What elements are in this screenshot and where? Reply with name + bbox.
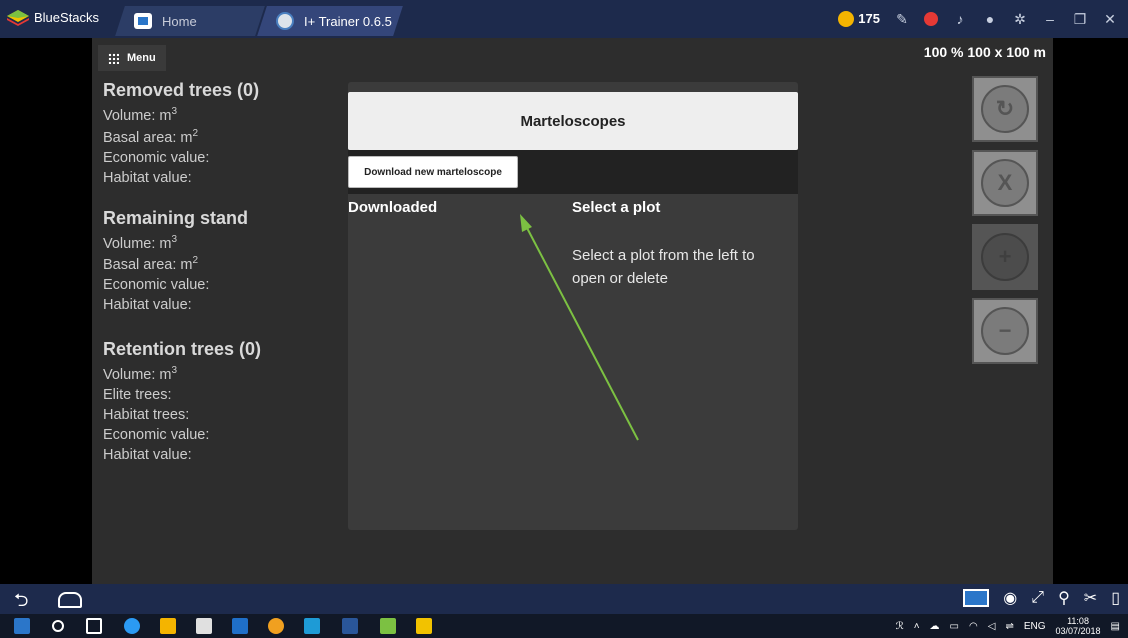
eye-icon[interactable]: ◉: [1003, 588, 1017, 608]
annotation-arrow: [520, 214, 639, 441]
onedrive-icon[interactable]: ☁: [930, 621, 940, 632]
notifications-icon[interactable]: ▤: [1111, 621, 1120, 632]
chrome-icon[interactable]: [268, 618, 284, 634]
wifi-icon[interactable]: ◠: [969, 621, 978, 632]
edge-icon[interactable]: [124, 618, 140, 634]
input-method-icon[interactable]: ⇌: [1005, 621, 1013, 632]
scissors-icon[interactable]: ✂: [1084, 588, 1097, 608]
language-label[interactable]: ENG: [1024, 621, 1046, 632]
home-nav-icon[interactable]: [58, 592, 82, 608]
phone-icon[interactable]: ▯: [1111, 588, 1120, 608]
volume-icon[interactable]: ◁: [988, 621, 996, 632]
task-view-icon[interactable]: [86, 618, 102, 634]
start-icon[interactable]: [14, 618, 30, 634]
store-icon[interactable]: [196, 618, 212, 634]
people-icon[interactable]: ℛ: [896, 621, 904, 632]
battery-icon[interactable]: ▭: [950, 621, 959, 632]
clock-time: 11:08: [1067, 616, 1089, 626]
system-tray: ℛ ˄ ☁ ▭ ◠ ◁ ⇌ ENG 11:08 03/07/2018 ▤: [896, 616, 1120, 636]
clock-date: 03/07/2018: [1055, 626, 1101, 636]
clock[interactable]: 11:08 03/07/2018: [1056, 616, 1101, 636]
explorer-icon[interactable]: [160, 618, 176, 634]
lock-app-icon[interactable]: [416, 618, 432, 634]
search-icon[interactable]: [52, 620, 64, 632]
bluestacks-taskbar-icon[interactable]: [380, 618, 396, 634]
location-icon[interactable]: ⚲: [1058, 588, 1070, 608]
windows-taskbar: ℛ ˄ ☁ ▭ ◠ ◁ ⇌ ENG 11:08 03/07/2018 ▤: [0, 614, 1128, 638]
bluestacks-window: BlueStacks Home I+ Trainer 0.6.5 175 ✎ ♪…: [0, 0, 1128, 638]
keyboard-icon[interactable]: [963, 589, 990, 607]
fullscreen-icon[interactable]: ⤢: [1031, 589, 1044, 607]
skype-icon[interactable]: [304, 618, 320, 634]
nav-tools: ◉ ⤢ ⚲ ✂ ▯: [963, 588, 1120, 608]
word-icon[interactable]: [342, 618, 358, 634]
android-nav-bar: ⮌ ◉ ⤢ ⚲ ✂ ▯: [0, 584, 1128, 614]
chevron-up-icon[interactable]: ˄: [914, 621, 920, 632]
outlook-icon[interactable]: [232, 618, 248, 634]
